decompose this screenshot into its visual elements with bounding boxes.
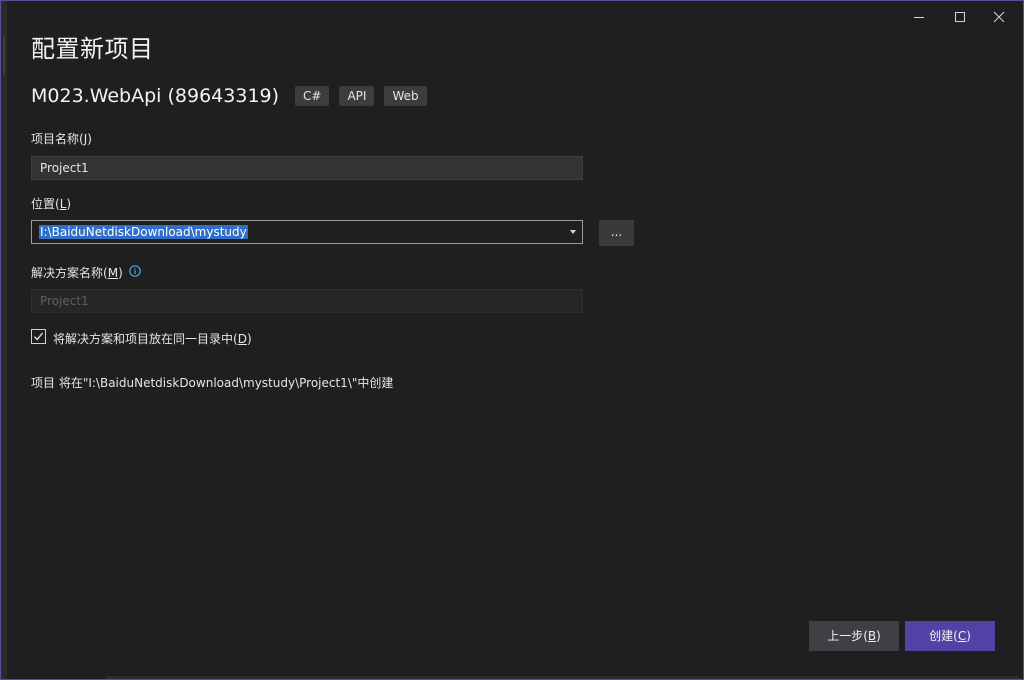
- create-button[interactable]: 创建(C): [905, 621, 995, 651]
- same-directory-label[interactable]: 将解决方案和项目放在同一目录中(D): [53, 330, 252, 347]
- bottom-strip: [106, 676, 1019, 679]
- project-path-info: 项目 将在"I:\BaiduNetdiskDownload\mystudy\Pr…: [31, 376, 394, 390]
- close-icon: [993, 11, 1005, 23]
- tag-api: API: [339, 86, 375, 106]
- dropdown-arrow-icon[interactable]: [568, 221, 578, 243]
- template-name: M023.WebApi (89643319): [31, 85, 280, 107]
- location-label: 位置(L): [31, 197, 72, 211]
- page-title: 配置新项目: [31, 35, 154, 63]
- back-button[interactable]: 上一步(B): [809, 621, 899, 651]
- project-name-label: 项目名称(J): [31, 132, 92, 146]
- left-edge: [1, 1, 7, 679]
- info-icon[interactable]: [129, 265, 141, 277]
- solution-name-input: Project1: [31, 289, 583, 313]
- location-value: I:\BaiduNetdiskDownload\mystudy: [39, 225, 248, 239]
- minimize-icon: [914, 17, 924, 18]
- browse-button[interactable]: ...: [599, 220, 634, 246]
- template-info: M023.WebApi (89643319) C# API Web: [31, 85, 437, 107]
- maximize-icon: [955, 12, 965, 22]
- maximize-button[interactable]: [946, 5, 974, 29]
- close-button[interactable]: [985, 5, 1013, 29]
- configure-project-dialog: 配置新项目 M023.WebApi (89643319) C# API Web …: [0, 0, 1024, 680]
- minimize-button[interactable]: [905, 5, 933, 29]
- checkmark-icon: [34, 332, 44, 341]
- tag-web: Web: [384, 86, 427, 106]
- project-name-input[interactable]: Project1: [31, 156, 583, 180]
- tag-csharp: C#: [295, 86, 330, 106]
- same-directory-checkbox[interactable]: [31, 329, 46, 344]
- location-combobox[interactable]: I:\BaiduNetdiskDownload\mystudy: [31, 220, 583, 244]
- solution-name-label: 解决方案名称(M): [31, 266, 123, 280]
